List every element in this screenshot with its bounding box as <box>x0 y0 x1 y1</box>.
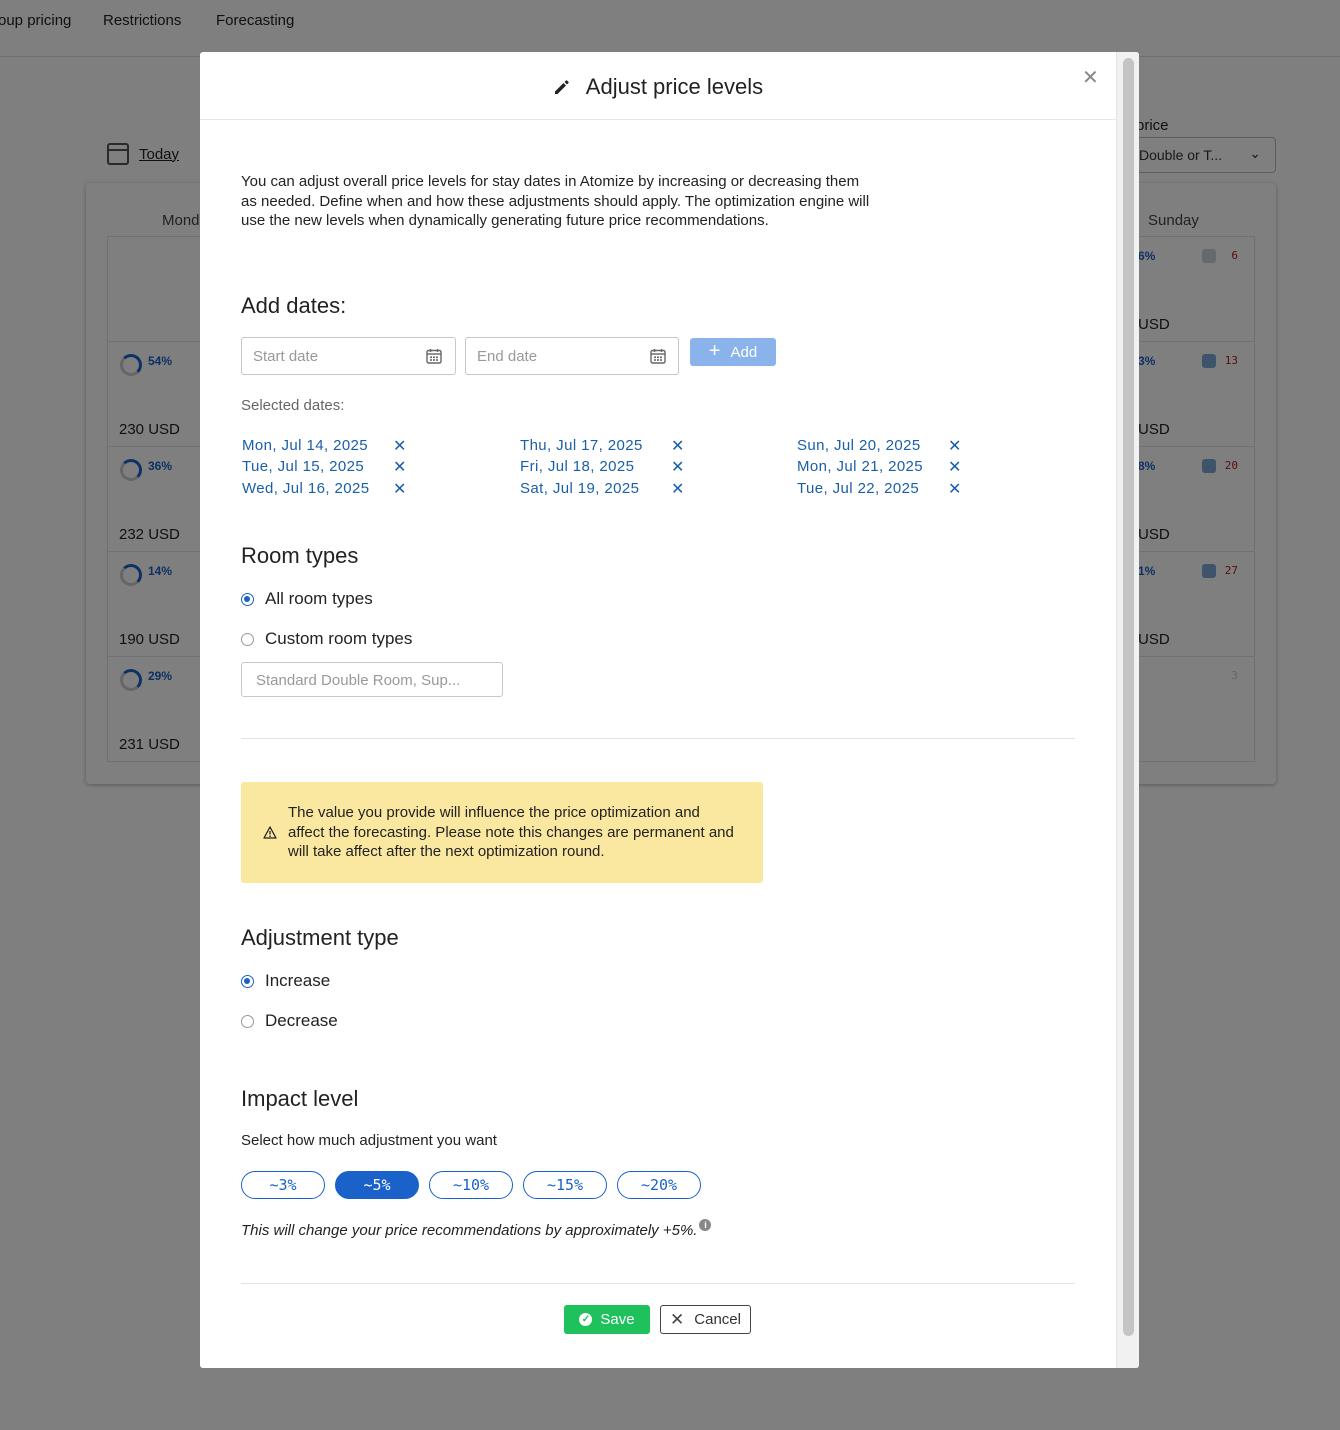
info-icon[interactable]: i <box>699 1218 712 1231</box>
selected-date: Mon, Jul 21, 2025 <box>797 458 924 475</box>
radio-decrease[interactable]: Decrease <box>241 1011 338 1031</box>
selected-date: Sun, Jul 20, 2025 <box>797 437 921 454</box>
close-icon[interactable]: ✕ <box>1082 68 1099 88</box>
intro-text: You can adjust overall price levels for … <box>241 173 870 229</box>
modal-title: Adjust price levels <box>200 74 1116 100</box>
selected-dates-label: Selected dates: <box>241 397 345 414</box>
radio-selected-icon <box>241 974 254 988</box>
modal-title-text: Adjust price levels <box>585 74 764 99</box>
start-date-input[interactable]: Start date <box>241 337 456 375</box>
pencil-icon <box>554 80 569 94</box>
calendar-icon[interactable] <box>426 348 442 364</box>
radio-label: Decrease <box>265 1011 338 1030</box>
impact-option-3[interactable]: ~3% <box>241 1171 325 1199</box>
impact-level-heading: Impact level <box>241 1086 359 1111</box>
selected-date: Mon, Jul 14, 2025 <box>242 437 369 454</box>
modal-scrollbar[interactable] <box>1116 52 1139 1368</box>
radio-selected-icon <box>241 592 254 606</box>
modal-header: Adjust price levels ✕ <box>200 52 1116 120</box>
add-dates-button[interactable]: + Add <box>690 338 776 366</box>
scrollbar-thumb[interactable] <box>1123 58 1134 1336</box>
radio-all-room-types[interactable]: All room types <box>241 589 373 609</box>
radio-increase[interactable]: Increase <box>241 971 330 991</box>
impact-note: This will change your price recommendati… <box>241 1218 712 1239</box>
selected-date: Wed, Jul 16, 2025 <box>242 480 370 497</box>
end-date-input[interactable]: End date <box>465 337 679 375</box>
check-circle-icon: ✓ <box>579 1313 593 1326</box>
adjust-price-levels-modal: Adjust price levels ✕ You can adjust ove… <box>200 52 1139 1368</box>
impact-option-15[interactable]: ~15% <box>523 1171 607 1199</box>
room-types-heading: Room types <box>241 543 359 568</box>
custom-room-types-placeholder: Standard Double Room, Sup... <box>256 672 461 689</box>
save-button-label: Save <box>600 1311 635 1328</box>
add-dates-heading: Add dates: <box>241 293 347 318</box>
impact-note-text: This will change your price recommendati… <box>241 1222 698 1239</box>
remove-date-icon[interactable]: ✕ <box>393 460 406 476</box>
warning-icon <box>263 826 277 839</box>
impact-level-subtitle: Select how much adjustment you want <box>241 1132 497 1149</box>
save-button[interactable]: ✓ Save <box>564 1305 650 1334</box>
custom-room-types-input[interactable]: Standard Double Room, Sup... <box>241 662 503 697</box>
radio-label: Custom room types <box>265 629 413 648</box>
selected-date: Sat, Jul 19, 2025 <box>520 480 640 497</box>
start-date-placeholder: Start date <box>253 348 319 365</box>
radio-unselected-icon <box>241 632 254 646</box>
add-button-label: Add <box>730 343 758 361</box>
selected-date: Fri, Jul 18, 2025 <box>520 458 635 475</box>
radio-label: All room types <box>265 589 373 608</box>
remove-date-icon[interactable]: ✕ <box>671 439 684 455</box>
remove-date-icon[interactable]: ✕ <box>671 460 684 476</box>
remove-date-icon[interactable]: ✕ <box>948 460 961 476</box>
cancel-button[interactable]: ✕ Cancel <box>660 1305 751 1334</box>
close-icon: ✕ <box>670 1310 685 1329</box>
warning-text: The value you provide will influence the… <box>288 804 734 860</box>
radio-unselected-icon <box>241 1014 254 1028</box>
remove-date-icon[interactable]: ✕ <box>948 482 961 498</box>
calendar-icon[interactable] <box>650 348 666 364</box>
radio-label: Increase <box>265 971 331 990</box>
warning-banner: The value you provide will influence the… <box>241 782 763 883</box>
divider <box>241 1283 1075 1284</box>
adjustment-type-heading: Adjustment type <box>241 925 399 950</box>
end-date-placeholder: End date <box>477 348 538 365</box>
remove-date-icon[interactable]: ✕ <box>671 482 684 498</box>
selected-date: Thu, Jul 17, 2025 <box>520 437 643 454</box>
impact-option-10[interactable]: ~10% <box>429 1171 513 1199</box>
selected-date: Tue, Jul 15, 2025 <box>242 458 365 475</box>
remove-date-icon[interactable]: ✕ <box>393 439 406 455</box>
impact-option-20[interactable]: ~20% <box>617 1171 701 1199</box>
remove-date-icon[interactable]: ✕ <box>393 482 406 498</box>
remove-date-icon[interactable]: ✕ <box>948 439 961 455</box>
divider <box>241 738 1075 739</box>
cancel-button-label: Cancel <box>694 1311 741 1328</box>
radio-custom-room-types[interactable]: Custom room types <box>241 629 412 649</box>
plus-icon: + <box>708 340 721 362</box>
impact-option-5[interactable]: ~5% <box>335 1171 419 1199</box>
selected-date: Tue, Jul 22, 2025 <box>797 480 920 497</box>
